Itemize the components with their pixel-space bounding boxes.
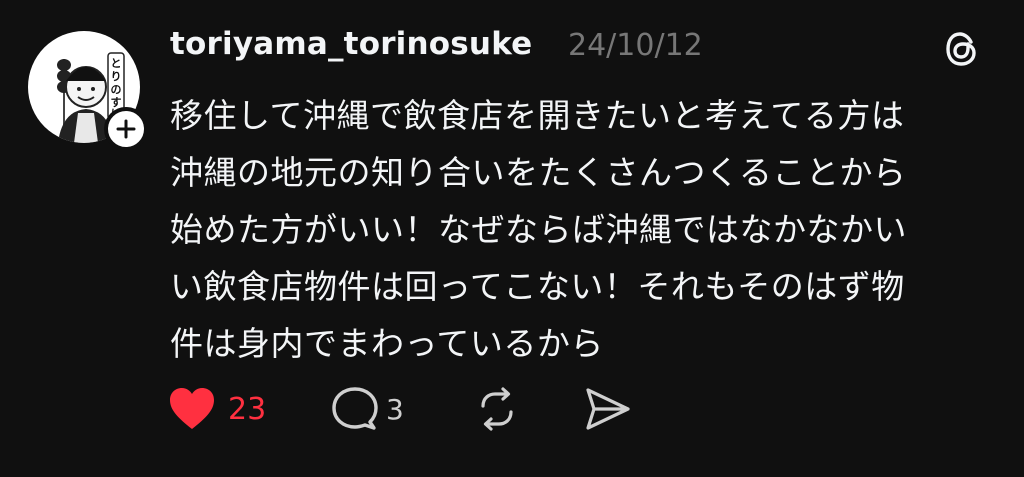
repost-button[interactable] (474, 385, 520, 433)
follow-button[interactable] (104, 107, 148, 151)
reply-button[interactable]: 3 (330, 385, 404, 433)
like-count: 23 (228, 391, 267, 427)
svg-text:り: り (111, 70, 122, 83)
threads-logo-icon[interactable] (944, 30, 980, 68)
share-button[interactable] (584, 385, 632, 433)
heart-icon (170, 388, 214, 429)
post-date: 24/10/12 (568, 28, 703, 63)
repost-icon (481, 387, 513, 431)
post-body: 移住して沖縄で飲食店を開きたいと考えてる方は 沖縄の地元の知り合いをたくさんつく… (170, 87, 990, 372)
post-line: 件は身内でまわっているから (170, 324, 604, 363)
post-line: い飲食店物件は回ってこない！それもそのはず物 (170, 267, 905, 306)
plus-icon (116, 119, 136, 139)
action-bar: 23 3 (168, 385, 668, 433)
svg-text:と: と (111, 57, 122, 70)
post-line: 移住して沖縄で飲食店を開きたいと考えてる方は (170, 96, 905, 135)
post-line: 始めた方がいい！なぜならば沖縄ではなかなかい (170, 210, 907, 249)
like-button[interactable]: 23 (168, 385, 266, 433)
username[interactable]: toriyama_torinosuke (170, 26, 532, 62)
post-line: 沖縄の地元の知り合いをたくさんつくることから (170, 153, 907, 192)
send-icon (586, 388, 630, 430)
reply-count: 3 (386, 392, 404, 426)
svg-text:の: の (111, 83, 122, 96)
speech-bubble-icon (332, 387, 378, 430)
